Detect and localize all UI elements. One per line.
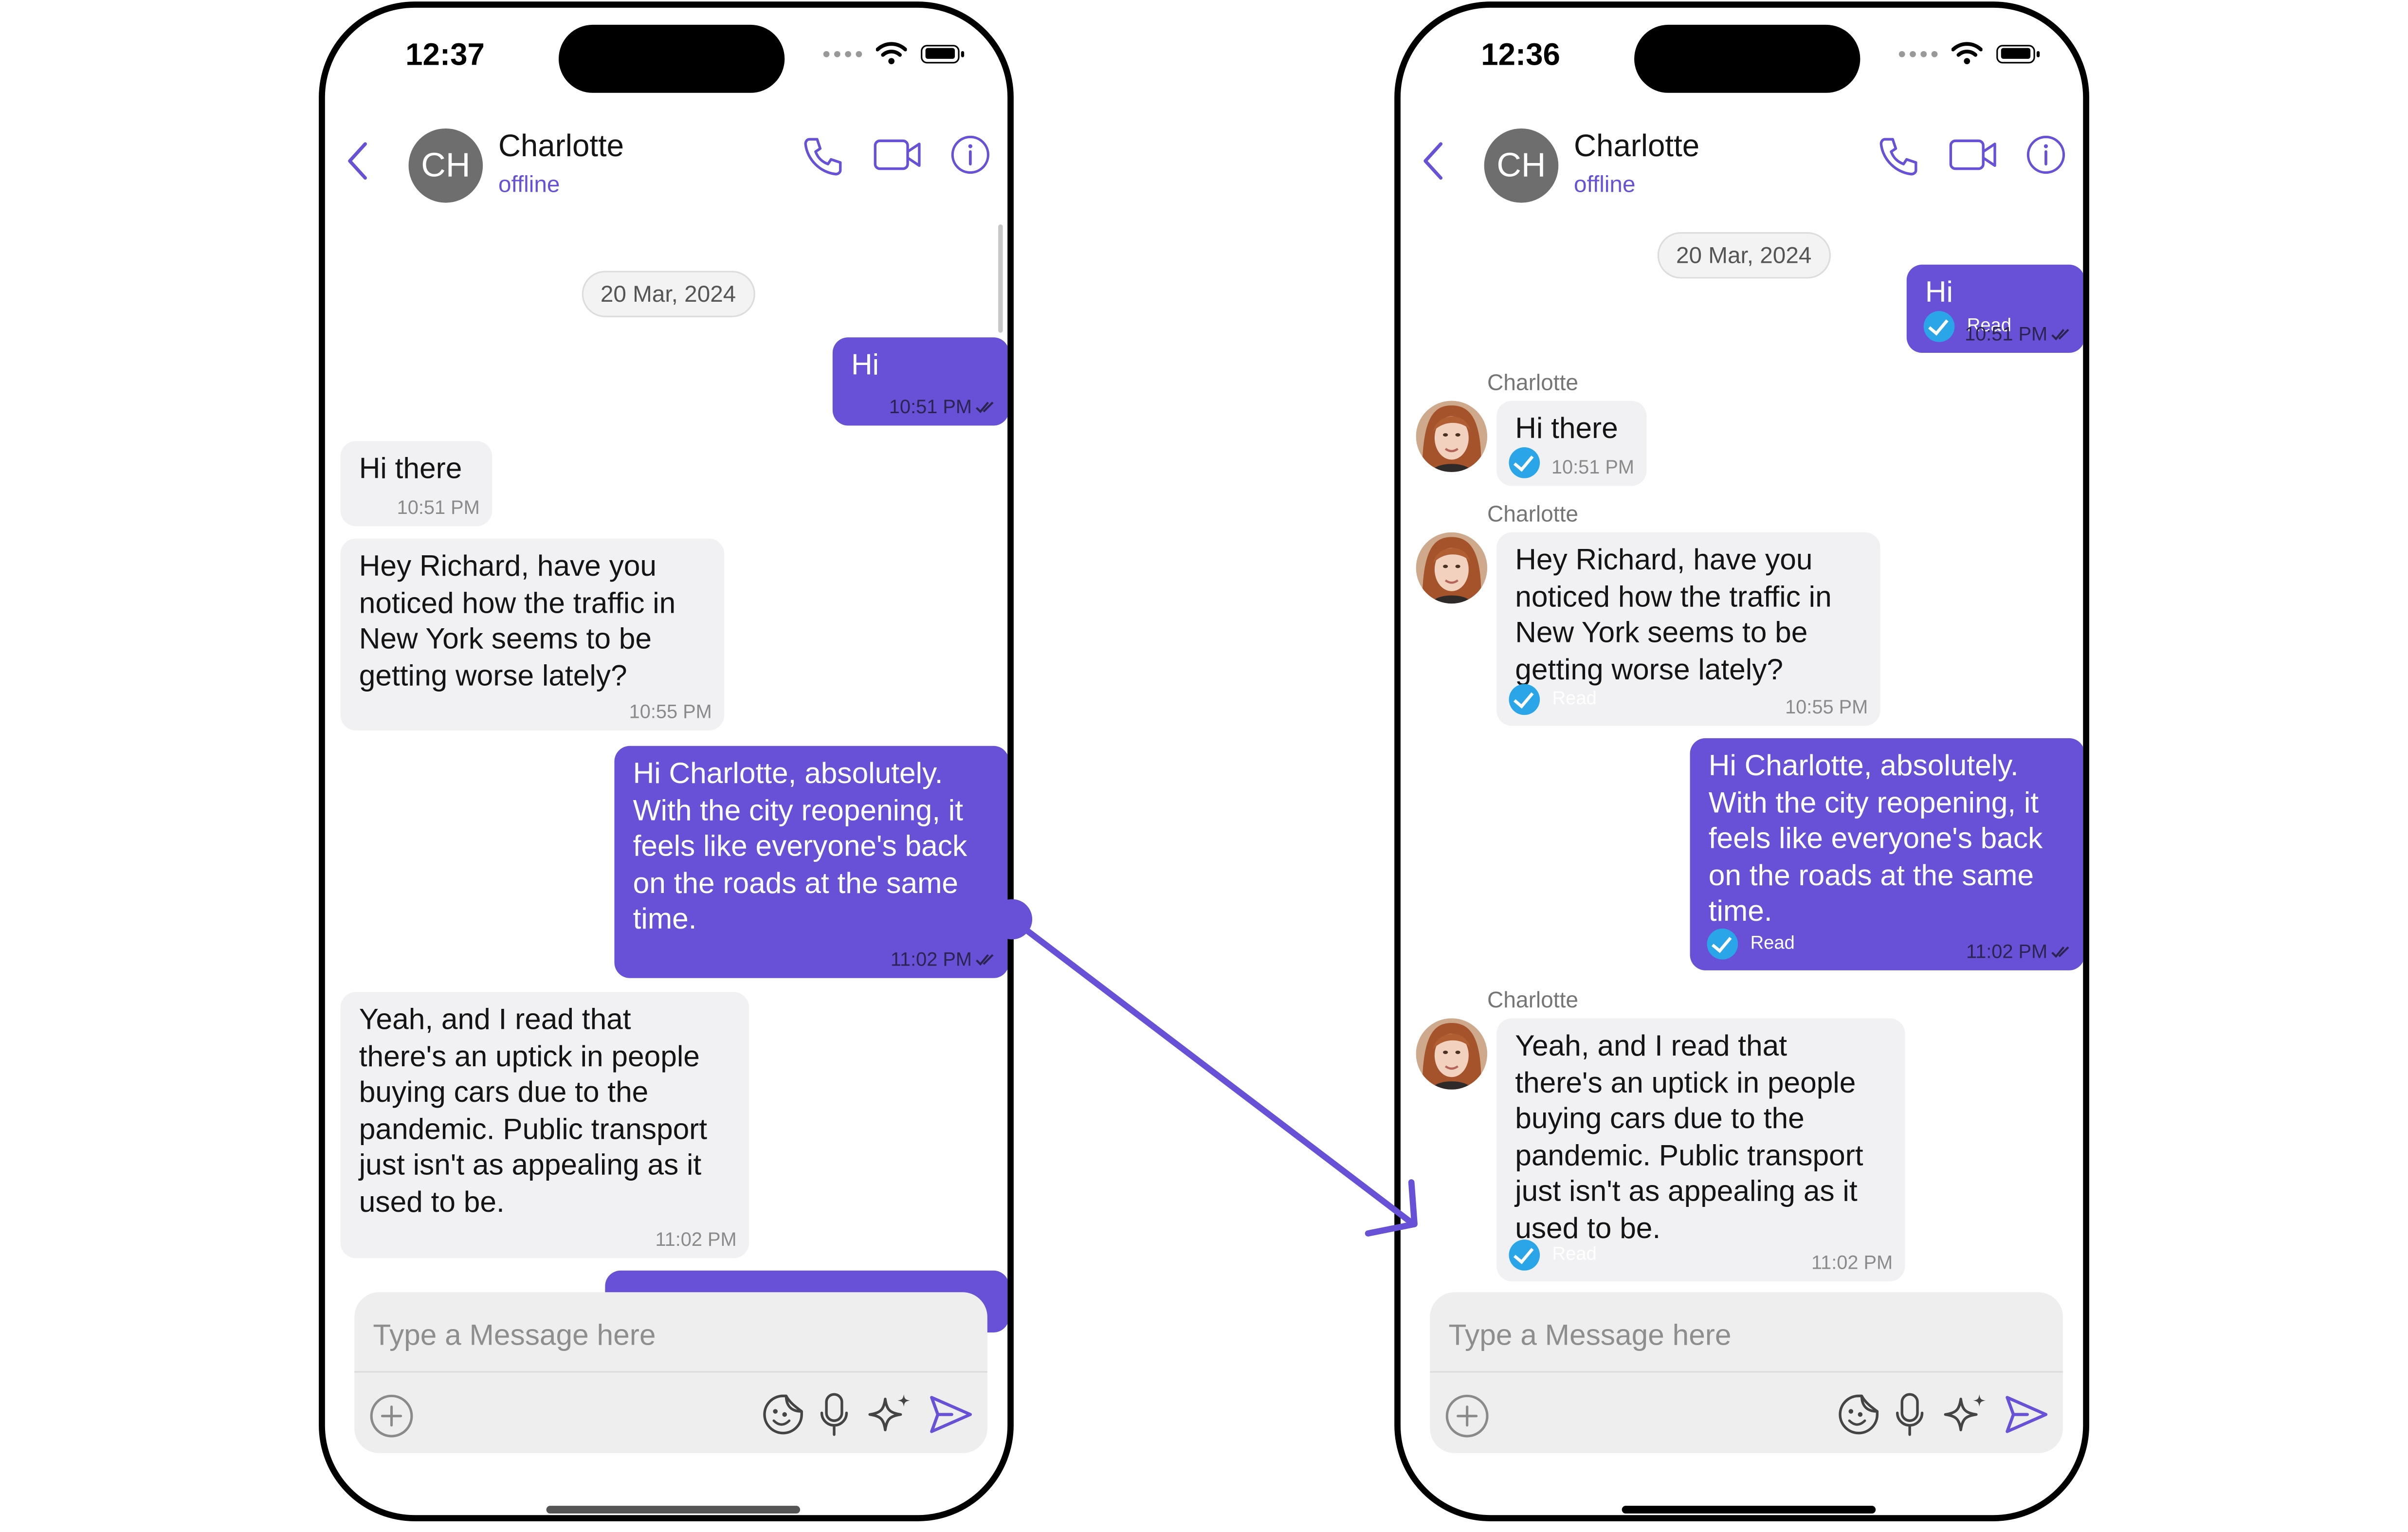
connector-arrow (992, 899, 1418, 1237)
